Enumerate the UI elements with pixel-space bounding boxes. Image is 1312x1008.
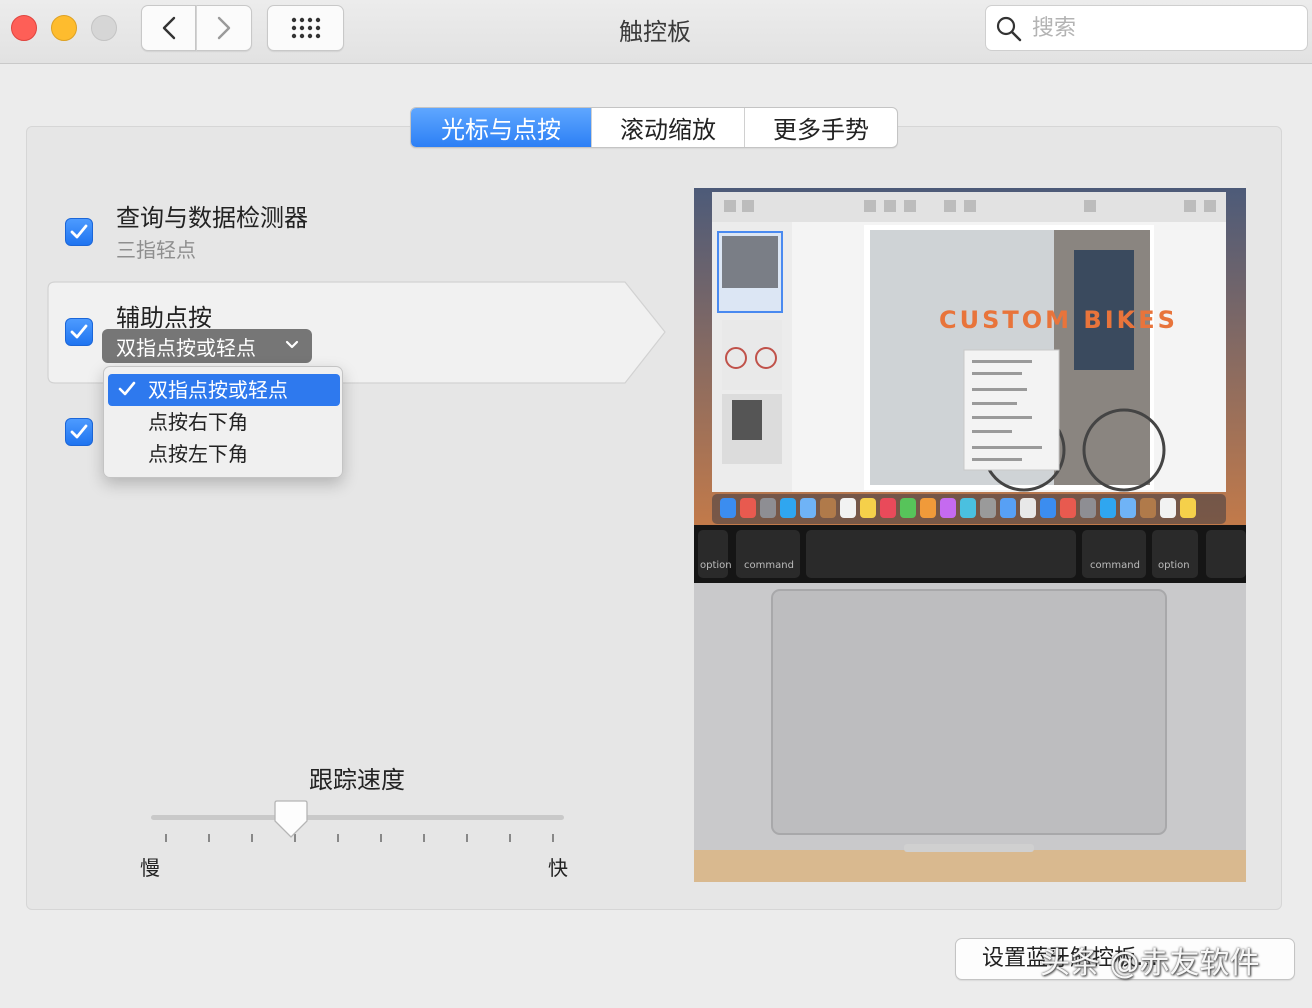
minimize-window-button[interactable] xyxy=(51,15,77,41)
checkmark-icon xyxy=(118,381,136,396)
tap-to-click-checkbox[interactable] xyxy=(65,418,93,446)
tab-bar: 光标与点按 滚动缩放 更多手势 xyxy=(410,107,898,148)
chevron-left-icon xyxy=(162,16,175,40)
checkmark-icon xyxy=(70,224,88,239)
dock-app-icon xyxy=(1020,498,1036,518)
secondary-click-popup-value: 双指点按或轻点 xyxy=(116,335,256,360)
search-input[interactable] xyxy=(1032,14,1292,42)
dock-app-icon xyxy=(1060,498,1076,518)
menu-item-bottom-right[interactable]: 点按右下角 xyxy=(108,406,340,438)
dock-app-icon xyxy=(900,498,916,518)
dock-app-icon xyxy=(960,498,976,518)
dock-app-icon xyxy=(1120,498,1136,518)
forward-button[interactable] xyxy=(196,5,252,51)
lookup-title: 查询与数据检测器 xyxy=(116,204,308,232)
slider-tick xyxy=(509,834,511,842)
dock-app-icon xyxy=(860,498,876,518)
preview-key-option-left: option xyxy=(700,560,732,571)
slider-tick xyxy=(337,834,339,842)
dock-app-icon xyxy=(760,498,776,518)
secondary-click-menu: 双指点按或轻点 点按右下角 点按左下角 xyxy=(103,366,343,478)
close-window-button[interactable] xyxy=(11,15,37,41)
dock-app-icon xyxy=(1180,498,1196,518)
slider-tick xyxy=(251,834,253,842)
search-icon xyxy=(996,16,1022,42)
watermark-text: 头条 @赤友软件 xyxy=(1040,946,1260,981)
tracking-fast-label: 快 xyxy=(548,856,568,880)
slider-tick xyxy=(423,834,425,842)
search-box[interactable] xyxy=(985,5,1308,51)
dock-app-icon xyxy=(780,498,796,518)
dock-app-icon xyxy=(1100,498,1116,518)
gesture-preview-image: CUSTOM BIKES option command command opti… xyxy=(694,180,1246,882)
tracking-speed-slider-knob[interactable] xyxy=(274,799,309,839)
dock-app-icon xyxy=(1140,498,1156,518)
slider-tick xyxy=(380,834,382,842)
secondary-click-popup[interactable]: 双指点按或轻点 xyxy=(102,329,312,363)
dock-app-icon xyxy=(820,498,836,518)
checkmark-icon xyxy=(70,424,88,439)
preview-key-command-right: command xyxy=(1090,560,1140,571)
window-title: 触控板 xyxy=(619,18,691,46)
slider-tick xyxy=(208,834,210,842)
grid-icon xyxy=(291,17,320,39)
menu-item-two-finger[interactable]: 双指点按或轻点 xyxy=(108,374,340,406)
secondary-click-checkbox[interactable] xyxy=(65,318,93,346)
dock-app-icon xyxy=(1040,498,1056,518)
tracking-speed-label: 跟踪速度 xyxy=(309,766,405,794)
secondary-click-title: 辅助点按 xyxy=(116,304,212,332)
tab-more-gestures[interactable]: 更多手势 xyxy=(745,108,897,147)
dock-app-icon xyxy=(1080,498,1096,518)
lookup-subtitle: 三指轻点 xyxy=(116,238,196,262)
back-button[interactable] xyxy=(141,5,196,51)
preview-headline: CUSTOM BIKES xyxy=(939,306,1178,334)
dock-app-icon xyxy=(740,498,756,518)
chevron-down-icon xyxy=(285,340,299,349)
preview-key-option-right: option xyxy=(1158,560,1190,571)
show-all-button[interactable] xyxy=(267,5,344,51)
zoom-window-button[interactable] xyxy=(91,15,117,41)
chevron-right-icon xyxy=(217,16,231,40)
checkmark-icon xyxy=(70,324,88,339)
slider-tick xyxy=(552,834,554,842)
menu-item-bottom-left[interactable]: 点按左下角 xyxy=(108,438,340,470)
preview-key-command-left: command xyxy=(744,560,794,571)
slider-tick xyxy=(466,834,468,842)
dock-app-icon xyxy=(1160,498,1176,518)
dock-app-icon xyxy=(800,498,816,518)
dock-app-icon xyxy=(840,498,856,518)
dock-app-icon xyxy=(880,498,896,518)
dock-app-icon xyxy=(940,498,956,518)
dock-app-icon xyxy=(920,498,936,518)
tab-scroll-and-zoom[interactable]: 滚动缩放 xyxy=(592,108,745,147)
dock-app-icon xyxy=(720,498,736,518)
title-bar: 触控板 xyxy=(0,0,1312,64)
slider-tick xyxy=(165,834,167,842)
tab-point-and-click[interactable]: 光标与点按 xyxy=(411,108,592,147)
macbook-preview-illustration: CUSTOM BIKES option command command opti… xyxy=(694,180,1246,882)
tracking-speed-slider-track[interactable] xyxy=(151,815,564,820)
lookup-checkbox[interactable] xyxy=(65,218,93,246)
tracking-slow-label: 慢 xyxy=(140,856,160,880)
dock-app-icon xyxy=(1000,498,1016,518)
dock-app-icon xyxy=(980,498,996,518)
